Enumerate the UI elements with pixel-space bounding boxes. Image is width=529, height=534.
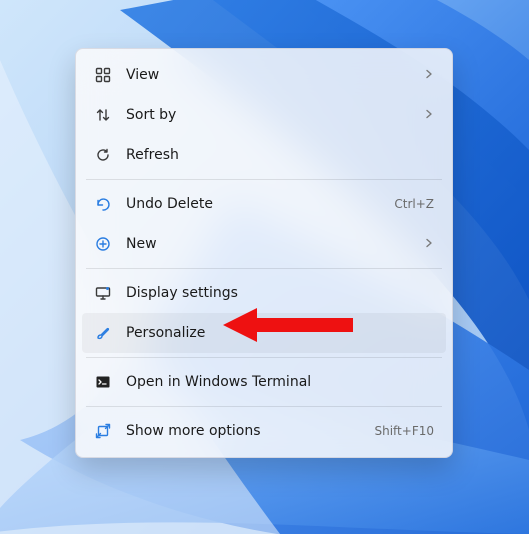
menu-item-new[interactable]: New xyxy=(82,224,446,264)
terminal-icon xyxy=(94,373,112,391)
menu-item-label: Display settings xyxy=(126,285,434,301)
menu-item-label: Undo Delete xyxy=(126,196,394,212)
menu-item-label: Refresh xyxy=(126,147,434,163)
menu-separator xyxy=(86,357,442,358)
menu-item-view[interactable]: View xyxy=(82,55,446,95)
paint-brush-icon xyxy=(94,324,112,342)
menu-item-show-more-options[interactable]: Show more optionsShift+F10 xyxy=(82,411,446,451)
menu-item-label: New xyxy=(126,236,424,252)
menu-item-label: Personalize xyxy=(126,325,434,341)
grid-4-icon xyxy=(94,66,112,84)
sort-arrows-icon xyxy=(94,106,112,124)
menu-item-sort-by[interactable]: Sort by xyxy=(82,95,446,135)
menu-item-label: Show more options xyxy=(126,423,374,439)
chevron-right-icon xyxy=(424,236,434,252)
menu-item-label: Sort by xyxy=(126,107,424,123)
menu-item-refresh[interactable]: Refresh xyxy=(82,135,446,175)
desktop-context-menu: View Sort by Refresh Undo DeleteCtrl+Z New Di… xyxy=(75,48,453,458)
menu-separator xyxy=(86,406,442,407)
menu-item-label: View xyxy=(126,67,424,83)
chevron-right-icon xyxy=(424,107,434,123)
menu-item-personalize[interactable]: Personalize xyxy=(82,313,446,353)
plus-circle-icon xyxy=(94,235,112,253)
menu-item-shortcut: Ctrl+Z xyxy=(394,197,434,211)
menu-item-open-in-windows-terminal[interactable]: Open in Windows Terminal xyxy=(82,362,446,402)
menu-item-shortcut: Shift+F10 xyxy=(374,424,434,438)
undo-icon xyxy=(94,195,112,213)
menu-separator xyxy=(86,179,442,180)
expand-window-icon xyxy=(94,422,112,440)
refresh-circle-icon xyxy=(94,146,112,164)
monitor-gear-icon xyxy=(94,284,112,302)
menu-item-label: Open in Windows Terminal xyxy=(126,374,434,390)
menu-item-display-settings[interactable]: Display settings xyxy=(82,273,446,313)
menu-separator xyxy=(86,268,442,269)
chevron-right-icon xyxy=(424,67,434,83)
menu-item-undo-delete[interactable]: Undo DeleteCtrl+Z xyxy=(82,184,446,224)
